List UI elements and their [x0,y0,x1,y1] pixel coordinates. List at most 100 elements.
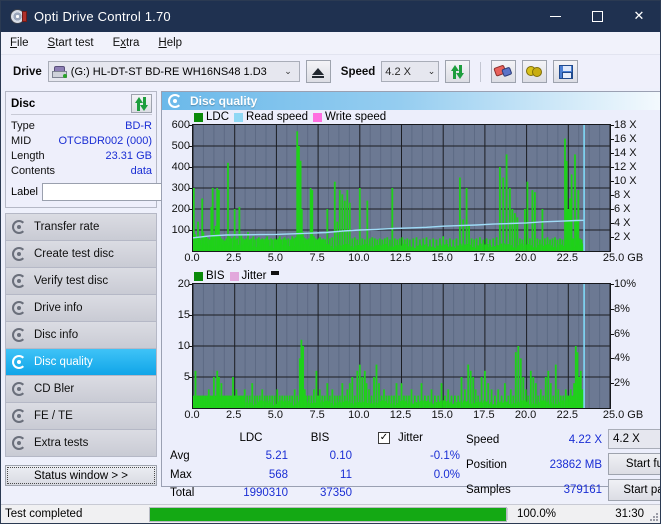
speed-select-value: 4.2 X [385,65,411,78]
y-tick-label: 300 [171,182,190,194]
menu-item-help[interactable]: Help [158,37,182,49]
sidebar-item-drive-info[interactable]: Drive info [6,295,156,322]
y-tick-label: 400 [171,161,190,173]
legend-item-read-speed: Read speed [234,111,308,123]
start-part-button[interactable]: Start part [608,479,660,501]
close-button[interactable]: ✕ [618,1,660,32]
test-speed-select[interactable]: 4.2 X ⌄ [608,429,660,449]
drive-label: Drive [13,65,42,78]
sidebar-item-label: Drive info [34,302,83,314]
legend-label: BIS [206,270,225,282]
y2-tick-mark [611,237,614,238]
chart-bis-y2-axis: 2% 4% 6% 8% 10% [611,278,645,409]
y2-tick-label: 8% [614,302,630,315]
disc-field-type: Type BD-R [11,118,152,133]
sidebar-item-label: Transfer rate [34,221,100,233]
disc-test-icon [12,408,27,424]
y2-tick-label: 12 X [614,161,637,173]
legend-label: Write speed [325,111,387,123]
disc-field-mid: MID OTCBDR002 (000) [11,133,152,148]
x-tick-label: 22.5 [556,409,579,421]
stats-header-jitter: Jitter [398,431,423,444]
x-tick-label: 0.0 [184,409,200,421]
sidebar: Disc Type BD-R MID OTCBDR002 (000) Lengt… [1,88,246,487]
eject-button[interactable] [305,60,331,83]
y2-tick-mark [611,308,614,310]
coins-icon [526,65,543,78]
window-title: Opti Drive Control 1.70 [34,9,171,24]
y2-tick-label: 2 X [614,231,631,243]
minimize-button[interactable] [534,1,576,32]
stats-max-bis: 11 [340,468,352,481]
chart-ldc-plot [192,124,611,252]
x-tick-label: 10.0 [348,409,370,421]
y2-tick-label: 4% [614,352,630,365]
status-text: Test completed [5,508,83,520]
x-tick-label: 5.0 [267,252,284,264]
chart-ldc-y2-axis: 2 X 4 X 6 X 8 X 10 X 12 X 14 X 16 X 18 X [611,119,645,252]
sidebar-item-verify-test-disc[interactable]: Verify test disc [6,268,156,295]
sidebar-item-transfer-rate[interactable]: Transfer rate [6,214,156,241]
status-window-button[interactable]: Status window > > [5,465,157,486]
y-tick-label: 200 [171,203,190,215]
start-full-button[interactable]: Start full [608,453,660,475]
y2-tick-label: 8 X [614,189,631,201]
x-tick-label: 25.0 GB [602,252,644,264]
y2-tick-mark [611,181,614,182]
elapsed-time-label: 31:30 [615,508,644,520]
x-tick-label: 20.0 [514,252,537,264]
nav-list: Transfer rate Create test disc Verify te… [5,213,157,457]
menu-item-extra[interactable]: Extra [113,37,140,49]
refresh-button[interactable] [445,60,471,83]
jitter-checkbox[interactable]: ✓ [378,432,390,445]
disc-test-icon [12,327,27,343]
x-tick-label: 12.5 [389,252,412,264]
stats-table: LDC BIS ✓ Jitter Avg 5.21 0.10 -0.1% Max… [170,429,460,501]
progress-percent-label: 100.0% [507,508,565,520]
bitsetting-button[interactable] [522,60,548,83]
resize-grip[interactable] [648,511,658,521]
stats-total-bis: 37350 [320,486,352,499]
stats-area: LDC BIS ✓ Jitter Avg 5.21 0.10 -0.1% Max… [162,424,660,501]
speed-stat-label: Speed [466,434,500,446]
position-stat-value: 23862 MB [549,459,602,471]
sidebar-item-cd-bler[interactable]: CD Bler [6,376,156,403]
disc-test-icon [12,300,27,316]
stats-header-bis: BIS [310,431,330,444]
status-bar: Test completed 100.0% 31:30 [1,504,660,523]
erase-button[interactable] [491,60,517,83]
x-tick-label: 22.5 [556,252,579,264]
sidebar-item-create-test-disc[interactable]: Create test disc [6,241,156,268]
x-tick-label: 2.5 [226,252,242,264]
speed-select[interactable]: 4.2 X ⌄ [381,61,440,82]
disc-refresh-button[interactable] [131,94,152,113]
sidebar-item-label: Extra tests [34,437,89,449]
refresh-icon [450,64,465,79]
stats-max-ldc: 568 [268,468,288,481]
legend-item-bis: BIS [194,270,225,282]
y2-tick-mark [611,358,614,360]
sidebar-item-disc-quality[interactable]: Disc quality [6,349,156,376]
x-tick-label: 2.5 [226,409,242,421]
menu-item-file[interactable]: FFileile [10,37,29,49]
stats-avg-ldc: 5.21 [265,450,288,463]
y2-tick-mark [611,125,614,126]
sidebar-item-extra-tests[interactable]: Extra tests [6,430,156,457]
chart-ldc: LDC Read speed Write speed 100 200 300 400 5… [162,110,660,267]
chart-bis: BIS Jitter 5 10 15 20 2% 4% 6% 8% 10% 0.0 2.5 5. [162,269,660,424]
chart-ldc-legend: LDC Read speed Write speed [162,110,660,124]
disc-test-icon [12,381,27,397]
menu-item-start-test[interactable]: Start test [48,37,94,49]
x-tick-label: 7.5 [309,252,325,264]
save-button[interactable] [553,60,579,83]
sidebar-item-disc-info[interactable]: Disc info [6,322,156,349]
divider [11,114,152,115]
legend-item-jitter: Jitter [229,270,266,282]
drive-select[interactable]: (G:) HL-DT-ST BD-RE WH16NS48 1.D3 ⌄ [47,61,300,82]
sidebar-item-fe-te[interactable]: FE / TE [6,403,156,430]
maximize-button[interactable] [576,1,618,32]
disc-field-length: Length 23.31 GB [11,148,152,163]
field-key: Contents [11,164,56,177]
legend-swatch [229,271,239,281]
eject-icon [312,68,325,78]
